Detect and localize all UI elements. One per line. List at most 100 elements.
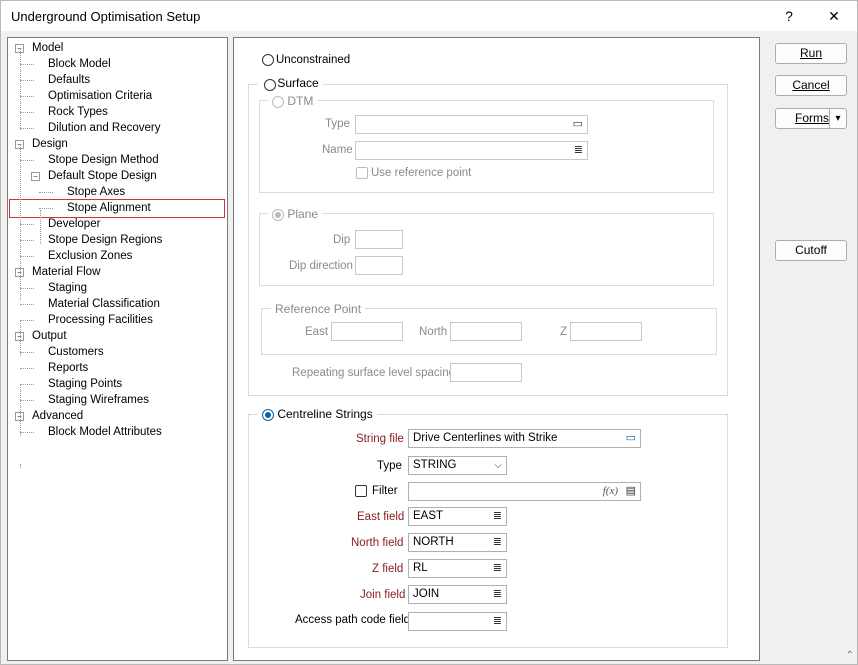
centreline-label: Centreline Strings: [277, 407, 373, 421]
tree-item-label: Material Flow: [32, 266, 101, 278]
main-panel: Unconstrained Surface DTM Type ▭ Name ≣ …: [233, 37, 760, 661]
cl-type-value: STRING: [413, 459, 457, 471]
function-icon[interactable]: f(x): [603, 483, 618, 500]
use-reference-checkbox[interactable]: [356, 167, 368, 179]
tree-item[interactable]: Output: [32, 328, 67, 344]
browse-icon[interactable]: ▭: [573, 116, 583, 133]
tree-connector: [20, 240, 34, 241]
join-field-input[interactable]: JOIN ≣: [408, 585, 507, 604]
resize-grip-icon[interactable]: ⌃: [846, 650, 854, 661]
tree-connector: [20, 400, 34, 401]
tree-item[interactable]: Default Stope Design: [48, 168, 157, 184]
access-path-input[interactable]: ≣: [408, 612, 507, 631]
z-field-input[interactable]: RL ≣: [408, 559, 507, 578]
help-button[interactable]: ?: [769, 1, 809, 31]
run-button[interactable]: Run: [775, 43, 847, 64]
tree-item[interactable]: Material Flow: [32, 264, 100, 280]
tree-item[interactable]: Rock Types: [48, 104, 108, 120]
dtm-name-label: Name: [322, 144, 353, 156]
list-icon[interactable]: ≣: [493, 560, 502, 577]
filter-input[interactable]: f(x) ▤: [408, 482, 641, 501]
tree-connector: [39, 208, 53, 209]
plane-radio[interactable]: [272, 208, 284, 221]
north-field-input[interactable]: NORTH ≣: [408, 533, 507, 552]
list-icon[interactable]: ≣: [493, 613, 502, 630]
dtm-name-input[interactable]: ≣: [355, 141, 588, 160]
tree-connector: [20, 96, 34, 97]
tree-item-label: Staging Wireframes: [48, 394, 149, 406]
tree-item[interactable]: Staging Wireframes: [48, 392, 149, 408]
tree-item[interactable]: Advanced: [32, 408, 83, 424]
unconstrained-radio[interactable]: [262, 54, 274, 66]
tree-item[interactable]: Staging Points: [48, 376, 122, 392]
close-icon[interactable]: ✕: [814, 1, 854, 31]
list-icon[interactable]: ≣: [493, 508, 502, 525]
north-field-value: NORTH: [413, 536, 454, 548]
filter-checkbox[interactable]: [355, 485, 367, 497]
dtm-radio[interactable]: [272, 95, 284, 108]
ref-east-input[interactable]: [331, 322, 403, 341]
centreline-radio[interactable]: [262, 408, 274, 421]
dtm-type-input[interactable]: ▭: [355, 115, 588, 134]
tree-connector: [20, 80, 34, 81]
tree-item-label: Staging Points: [48, 378, 123, 390]
tree-item-label: Output: [32, 330, 67, 342]
cutoff-button[interactable]: Cutoff: [775, 240, 847, 261]
east-field-value: EAST: [413, 510, 444, 522]
tree-item[interactable]: Material Classification: [48, 296, 160, 312]
tree-item[interactable]: Processing Facilities: [48, 312, 153, 328]
tree-connector: [20, 256, 34, 257]
repeat-spacing-label: Repeating surface level spacing: [292, 367, 456, 379]
cancel-label: Cancel: [792, 78, 830, 92]
tree-item-label: Default Stope Design: [48, 170, 157, 182]
plane-group-header: Plane: [268, 207, 323, 221]
surface-radio[interactable]: [264, 78, 276, 91]
repeat-spacing-input[interactable]: [450, 363, 522, 382]
tree-item[interactable]: Reports: [48, 360, 88, 376]
tree-connector: [20, 288, 34, 289]
tree-item-label: Optimisation Criteria: [48, 90, 153, 102]
tree-connector: [20, 64, 34, 65]
z-field-value: RL: [413, 562, 428, 574]
tree-item[interactable]: Block Model Attributes: [48, 424, 162, 440]
navigation-tree[interactable]: Model − Block Model Defaults Optimisation Cr…: [7, 37, 228, 661]
dip-input[interactable]: [355, 230, 403, 249]
east-field-input[interactable]: EAST ≣: [408, 507, 507, 526]
tree-item[interactable]: Exclusion Zones: [48, 248, 132, 264]
tree-connector: [20, 384, 34, 385]
tree-item[interactable]: Stope Design Regions: [48, 232, 162, 248]
tree-item[interactable]: Stope Alignment: [67, 200, 151, 216]
tree-item[interactable]: Defaults: [48, 72, 90, 88]
string-file-value: Drive Centerlines with Strike: [413, 432, 558, 444]
tree-item[interactable]: Optimisation Criteria: [48, 88, 152, 104]
forms-button[interactable]: Forms ▾: [775, 108, 847, 129]
dtm-group-header: DTM: [268, 94, 318, 108]
cancel-button[interactable]: Cancel: [775, 75, 847, 96]
dip-direction-input[interactable]: [355, 256, 403, 275]
string-file-input[interactable]: Drive Centerlines with Strike ▭: [408, 429, 641, 448]
run-label: Run: [799, 46, 822, 60]
tree-item[interactable]: Stope Axes: [67, 184, 125, 200]
tree-item[interactable]: Customers: [48, 344, 104, 360]
tree-item[interactable]: Design: [32, 136, 68, 152]
list-icon[interactable]: ≣: [493, 586, 502, 603]
tree-item[interactable]: Block Model: [48, 56, 111, 72]
collapse-icon[interactable]: −: [31, 172, 40, 181]
cl-type-select[interactable]: STRING ⌵: [408, 456, 507, 475]
tree-item[interactable]: Dilution and Recovery: [48, 120, 161, 136]
tree-item[interactable]: Stope Design Method: [48, 152, 159, 168]
tree-item[interactable]: Model: [32, 40, 63, 56]
ref-z-input[interactable]: [570, 322, 642, 341]
list-icon[interactable]: ≣: [574, 142, 583, 159]
filter-browse-icon[interactable]: ▤: [626, 483, 636, 500]
tree-item[interactable]: Developer: [48, 216, 100, 232]
chevron-down-icon[interactable]: ⌵: [494, 457, 502, 474]
filter-label: Filter: [372, 485, 398, 497]
list-icon[interactable]: ≣: [493, 534, 502, 551]
forms-dropdown-icon[interactable]: ▾: [829, 109, 846, 128]
browse-icon[interactable]: ▭: [626, 430, 636, 447]
title-bar: Underground Optimisation Setup ? ✕: [1, 1, 857, 31]
tree-item[interactable]: Staging: [48, 280, 87, 296]
tree-connector: [20, 224, 34, 225]
ref-north-input[interactable]: [450, 322, 522, 341]
